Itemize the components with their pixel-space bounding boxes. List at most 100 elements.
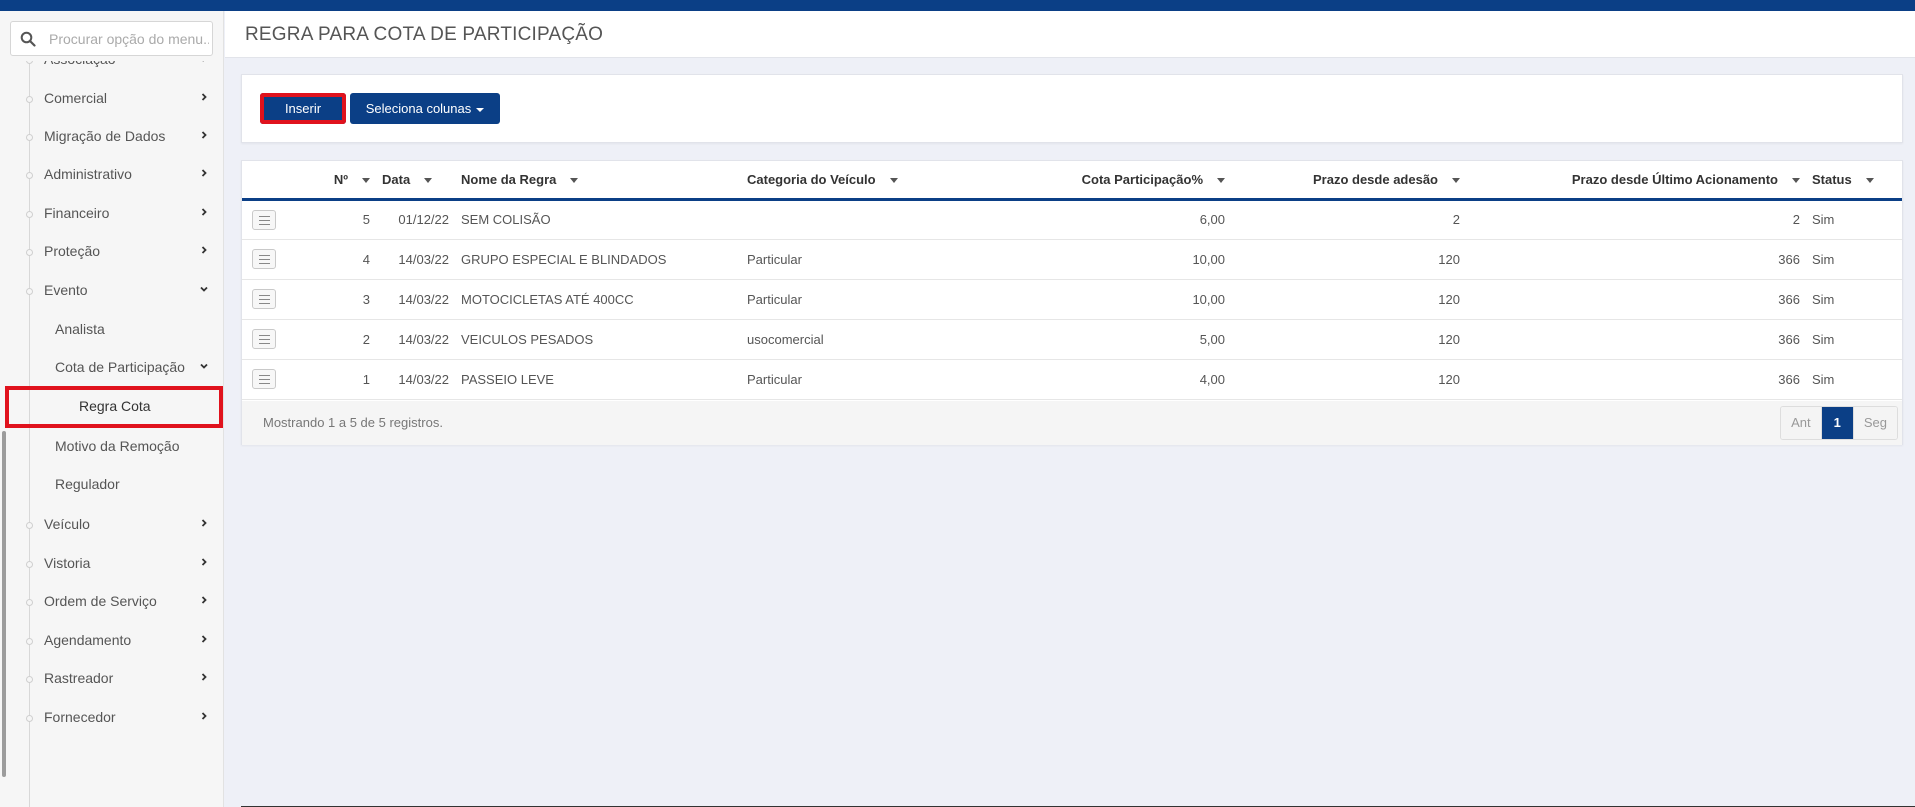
tree-node-icon — [26, 561, 33, 568]
sidebar-item-comercial[interactable]: Comercial — [0, 78, 223, 120]
column-header[interactable]: Status — [1806, 161, 1902, 201]
search-input[interactable] — [49, 28, 209, 50]
pagination-next[interactable]: Seg — [1852, 407, 1897, 439]
sidebar-item-label: Associação — [44, 61, 116, 67]
column-header[interactable]: Nº — [294, 161, 376, 201]
tree-node-icon — [26, 522, 33, 529]
row-menu-icon[interactable] — [252, 369, 276, 389]
chevron-right-icon — [201, 208, 207, 216]
sort-caret-icon[interactable] — [1452, 177, 1460, 183]
pagination-prev[interactable]: Ant — [1781, 407, 1822, 439]
column-header-label: Categoria do Veículo — [747, 171, 876, 187]
table-cell: Sim — [1806, 199, 1902, 240]
table-cell: 366 — [1466, 359, 1806, 400]
column-header-label: Data — [382, 171, 411, 187]
column-header[interactable]: Data — [376, 161, 455, 201]
chevron-down-icon — [200, 286, 208, 292]
table-cell: 120 — [1231, 319, 1466, 360]
sort-caret-icon[interactable] — [424, 177, 433, 183]
pagination: Ant 1 Seg — [1780, 406, 1898, 440]
sidebar-item-vistoria[interactable]: Vistoria — [0, 543, 223, 585]
chevron-right-icon — [201, 519, 207, 527]
row-actions-header — [242, 161, 294, 201]
tree-node-icon — [26, 249, 33, 256]
table-header-row: Nº Data Nome da Regra Categoria do Veículo C… — [242, 161, 1902, 201]
sidebar-item-agendamento[interactable]: Agendamento — [0, 620, 223, 662]
column-header[interactable]: Prazo desde Último Acionamento — [1466, 161, 1806, 201]
chevron-right-icon — [201, 93, 207, 101]
column-header-label: Nome da Regra — [461, 171, 557, 187]
sort-caret-icon[interactable] — [362, 177, 370, 183]
page-title: REGRA PARA COTA DE PARTICIPAÇÃO — [245, 24, 604, 45]
table-row[interactable]: 1 14/03/22 PASSEIO LEVE Particular 4,00 120 36… — [242, 359, 1902, 400]
sort-caret-icon[interactable] — [889, 177, 898, 183]
table-card: Nº Data Nome da Regra Categoria do Veículo C… — [241, 160, 1903, 445]
column-header[interactable]: Categoria do Veículo — [741, 161, 1031, 201]
table-cell: 6,00 — [1031, 199, 1231, 240]
table-row[interactable]: 3 14/03/22 MOTOCICLETAS ATÉ 400CC Particula… — [242, 279, 1902, 320]
table-cell: Particular — [741, 359, 1031, 400]
sidebar-item-label: Motivo da Remoção — [55, 438, 180, 454]
insert-button[interactable]: Inserir — [260, 93, 346, 124]
column-header-label: Status — [1812, 171, 1852, 187]
select-columns-button[interactable]: Seleciona colunas — [350, 93, 500, 124]
chevron-down-icon — [200, 363, 208, 369]
column-header[interactable]: Prazo desde adesão — [1231, 161, 1466, 201]
sidebar-item-migracao-de-dados[interactable]: Migração de Dados — [0, 116, 223, 158]
sidebar-item-analista[interactable]: Analista — [0, 309, 223, 351]
table-cell: 4,00 — [1031, 359, 1231, 400]
tree-node-icon — [26, 715, 33, 722]
row-actions-cell — [242, 359, 294, 400]
sidebar-item-fornecedor[interactable]: Fornecedor — [0, 697, 223, 739]
sidebar-item-label: Proteção — [44, 243, 101, 259]
table-cell — [741, 199, 1031, 240]
column-header-label: Prazo desde adesão — [1313, 171, 1438, 187]
row-menu-icon[interactable] — [252, 329, 276, 349]
tree-node-icon — [26, 211, 33, 218]
table-cell: Sim — [1806, 279, 1902, 320]
row-menu-icon[interactable] — [252, 209, 276, 230]
table-row[interactable]: 2 14/03/22 VEICULOS PESADOS usocomercial 5,0… — [242, 319, 1902, 360]
sidebar-item-cota-de-participacao[interactable]: Cota de Participação — [0, 347, 223, 389]
chevron-right-icon — [201, 712, 207, 720]
table-cell: 120 — [1231, 239, 1466, 280]
sidebar-item-label: Vistoria — [44, 555, 91, 571]
column-header[interactable]: Cota Participação% — [1031, 161, 1231, 201]
column-header[interactable]: Nome da Regra — [455, 161, 741, 201]
tree-node-icon — [26, 172, 33, 179]
column-header-label: Cota Participação% — [1081, 171, 1203, 187]
sort-caret-icon[interactable] — [570, 177, 579, 183]
sort-caret-icon[interactable] — [1865, 177, 1874, 183]
table-cell: 10,00 — [1031, 239, 1231, 280]
sidebar-search — [10, 21, 213, 56]
sidebar-item-regra-cota[interactable]: Regra Cota — [5, 386, 223, 428]
sort-caret-icon[interactable] — [1217, 177, 1225, 183]
sidebar-item-administrativo[interactable]: Administrativo — [0, 154, 223, 196]
chevron-right-icon — [201, 673, 207, 681]
sidebar-item-evento[interactable]: Evento — [0, 270, 223, 312]
table-cell: 5 — [294, 199, 376, 240]
pagination-page-current[interactable]: 1 — [1821, 407, 1853, 439]
sidebar-item-regulador[interactable]: Regulador — [0, 464, 223, 506]
tree-node-icon — [26, 676, 33, 683]
sidebar-item-financeiro[interactable]: Financeiro — [0, 193, 223, 235]
sidebar-item-motivo-da-remocao[interactable]: Motivo da Remoção — [0, 426, 223, 468]
table-row[interactable]: 5 01/12/22 SEM COLISÃO 6,00 2 2 Sim — [242, 199, 1902, 240]
sidebar-item-ordem-de-servico[interactable]: Ordem de Serviço — [0, 581, 223, 623]
tree-node-icon — [26, 599, 33, 606]
chevron-right-icon — [201, 169, 207, 177]
table-cell: Sim — [1806, 239, 1902, 280]
sidebar-item-label: Evento — [44, 282, 88, 298]
sidebar-item-veiculo[interactable]: Veículo — [0, 504, 223, 546]
row-actions-cell — [242, 319, 294, 360]
row-menu-icon[interactable] — [252, 289, 276, 309]
sidebar-item-label: Migração de Dados — [44, 128, 166, 144]
sidebar-item-protecao[interactable]: Proteção — [0, 231, 223, 273]
table-cell: MOTOCICLETAS ATÉ 400CC — [455, 279, 741, 320]
sort-caret-icon[interactable] — [1792, 177, 1800, 183]
sidebar-item-rastreador[interactable]: Rastreador — [0, 658, 223, 700]
table-row[interactable]: 4 14/03/22 GRUPO ESPECIAL E BLINDADOS Parti… — [242, 239, 1902, 280]
row-menu-icon[interactable] — [252, 249, 276, 269]
table-cell: 120 — [1231, 359, 1466, 400]
sidebar-item-label: Rastreador — [44, 670, 114, 686]
